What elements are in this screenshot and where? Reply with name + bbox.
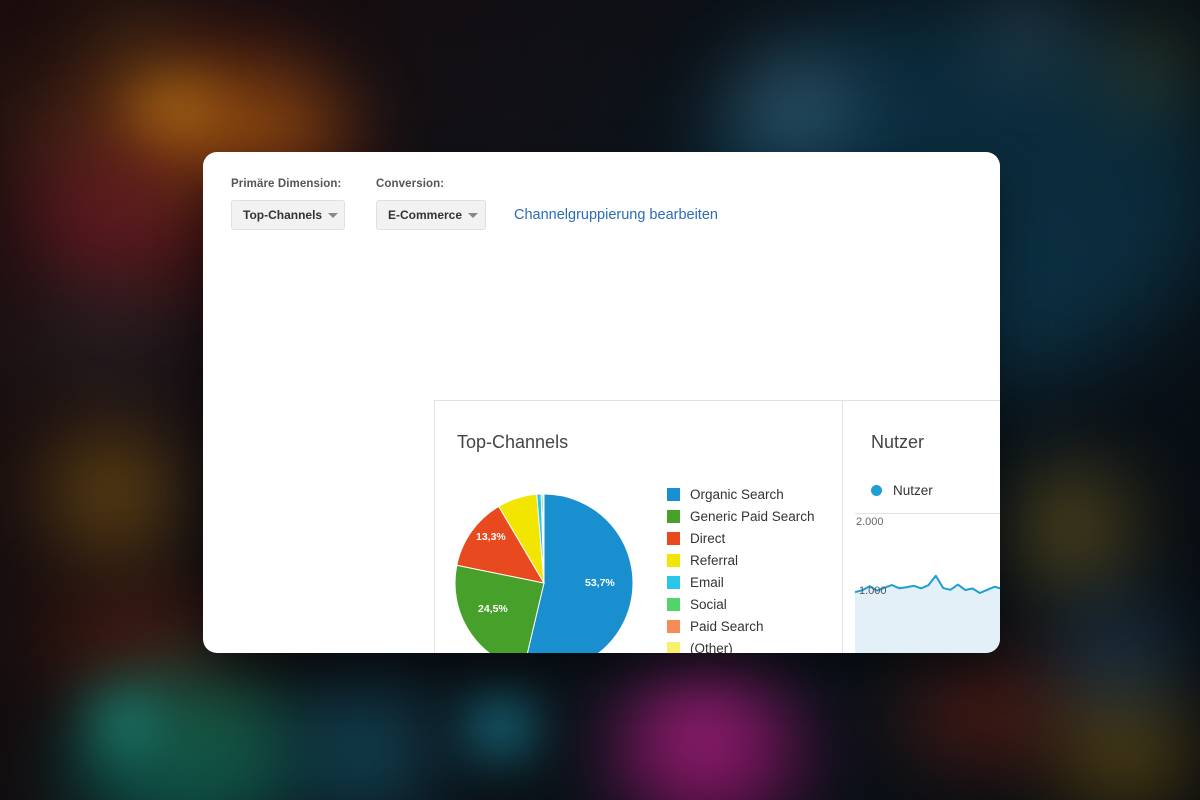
- legend-swatch-icon: [667, 509, 680, 523]
- legend-item[interactable]: (Other): [667, 637, 815, 653]
- legend-swatch-icon: [667, 553, 680, 567]
- legend-item[interactable]: Generic Paid Search: [667, 505, 815, 527]
- charts-region: Top-Channels 53,7% 24,5% 13,3% Organic S…: [434, 400, 1000, 653]
- top-channels-title: Top-Channels: [457, 432, 569, 452]
- nutzer-legend[interactable]: Nutzer: [871, 483, 933, 498]
- conversion-label: Conversion:: [376, 178, 445, 190]
- legend-item[interactable]: Email: [667, 571, 815, 593]
- legend-swatch-icon: [667, 641, 680, 653]
- top-channels-panel: Top-Channels 53,7% 24,5% 13,3% Organic S…: [435, 401, 843, 653]
- legend-item-label: (Other): [690, 640, 733, 654]
- conversion-value: E-Commerce: [388, 208, 463, 222]
- legend-item[interactable]: Referral: [667, 549, 815, 571]
- legend-item-label: Referral: [690, 552, 739, 568]
- legend-item[interactable]: Social: [667, 593, 815, 615]
- legend-item[interactable]: Direct: [667, 527, 815, 549]
- analytics-card: Primäre Dimension: Conversion: Top-Chann…: [203, 152, 1000, 653]
- legend-item-label: Generic Paid Search: [690, 508, 815, 524]
- pie-legend: Organic Search Generic Paid Search Direct R…: [667, 483, 815, 653]
- legend-swatch-icon: [667, 487, 680, 501]
- legend-item-label: Organic Search: [690, 486, 784, 502]
- primary-dimension-value: Top-Channels: [243, 208, 323, 222]
- legend-swatch-icon: [667, 575, 680, 589]
- series-dot-icon: [871, 485, 882, 496]
- legend-item-label: Email: [690, 574, 724, 590]
- pie-chart[interactable]: 53,7% 24,5% 13,3%: [454, 493, 634, 653]
- nutzer-title: Nutzer: [871, 432, 925, 452]
- legend-item-label: Direct: [690, 530, 726, 546]
- legend-item-label: Social: [690, 596, 727, 612]
- legend-divider: [855, 513, 1000, 514]
- legend-item[interactable]: Paid Search: [667, 615, 815, 637]
- conversion-dropdown[interactable]: E-Commerce: [376, 200, 486, 230]
- legend-item-label: Paid Search: [690, 618, 764, 634]
- legend-swatch-icon: [667, 619, 680, 633]
- legend-swatch-icon: [667, 597, 680, 611]
- chevron-down-icon: [468, 212, 479, 218]
- y-axis-mid-label: 1.000: [859, 585, 887, 597]
- edit-channel-grouping-link[interactable]: Channelgruppierung bearbeiten: [514, 207, 718, 223]
- legend-swatch-icon: [667, 531, 680, 545]
- controls-bar: Primäre Dimension: Conversion: Top-Chann…: [203, 152, 1000, 230]
- nutzer-series-label: Nutzer: [893, 483, 933, 498]
- primary-dimension-dropdown[interactable]: Top-Channels: [231, 200, 345, 230]
- pie-chart-svg: [454, 493, 634, 653]
- primary-dimension-label: Primäre Dimension:: [231, 178, 342, 190]
- nutzer-panel: Nutzer Nutzer 2.000 1.000 Februar 2023: [843, 401, 1000, 653]
- legend-item[interactable]: Organic Search: [667, 483, 815, 505]
- chevron-down-icon: [328, 212, 339, 218]
